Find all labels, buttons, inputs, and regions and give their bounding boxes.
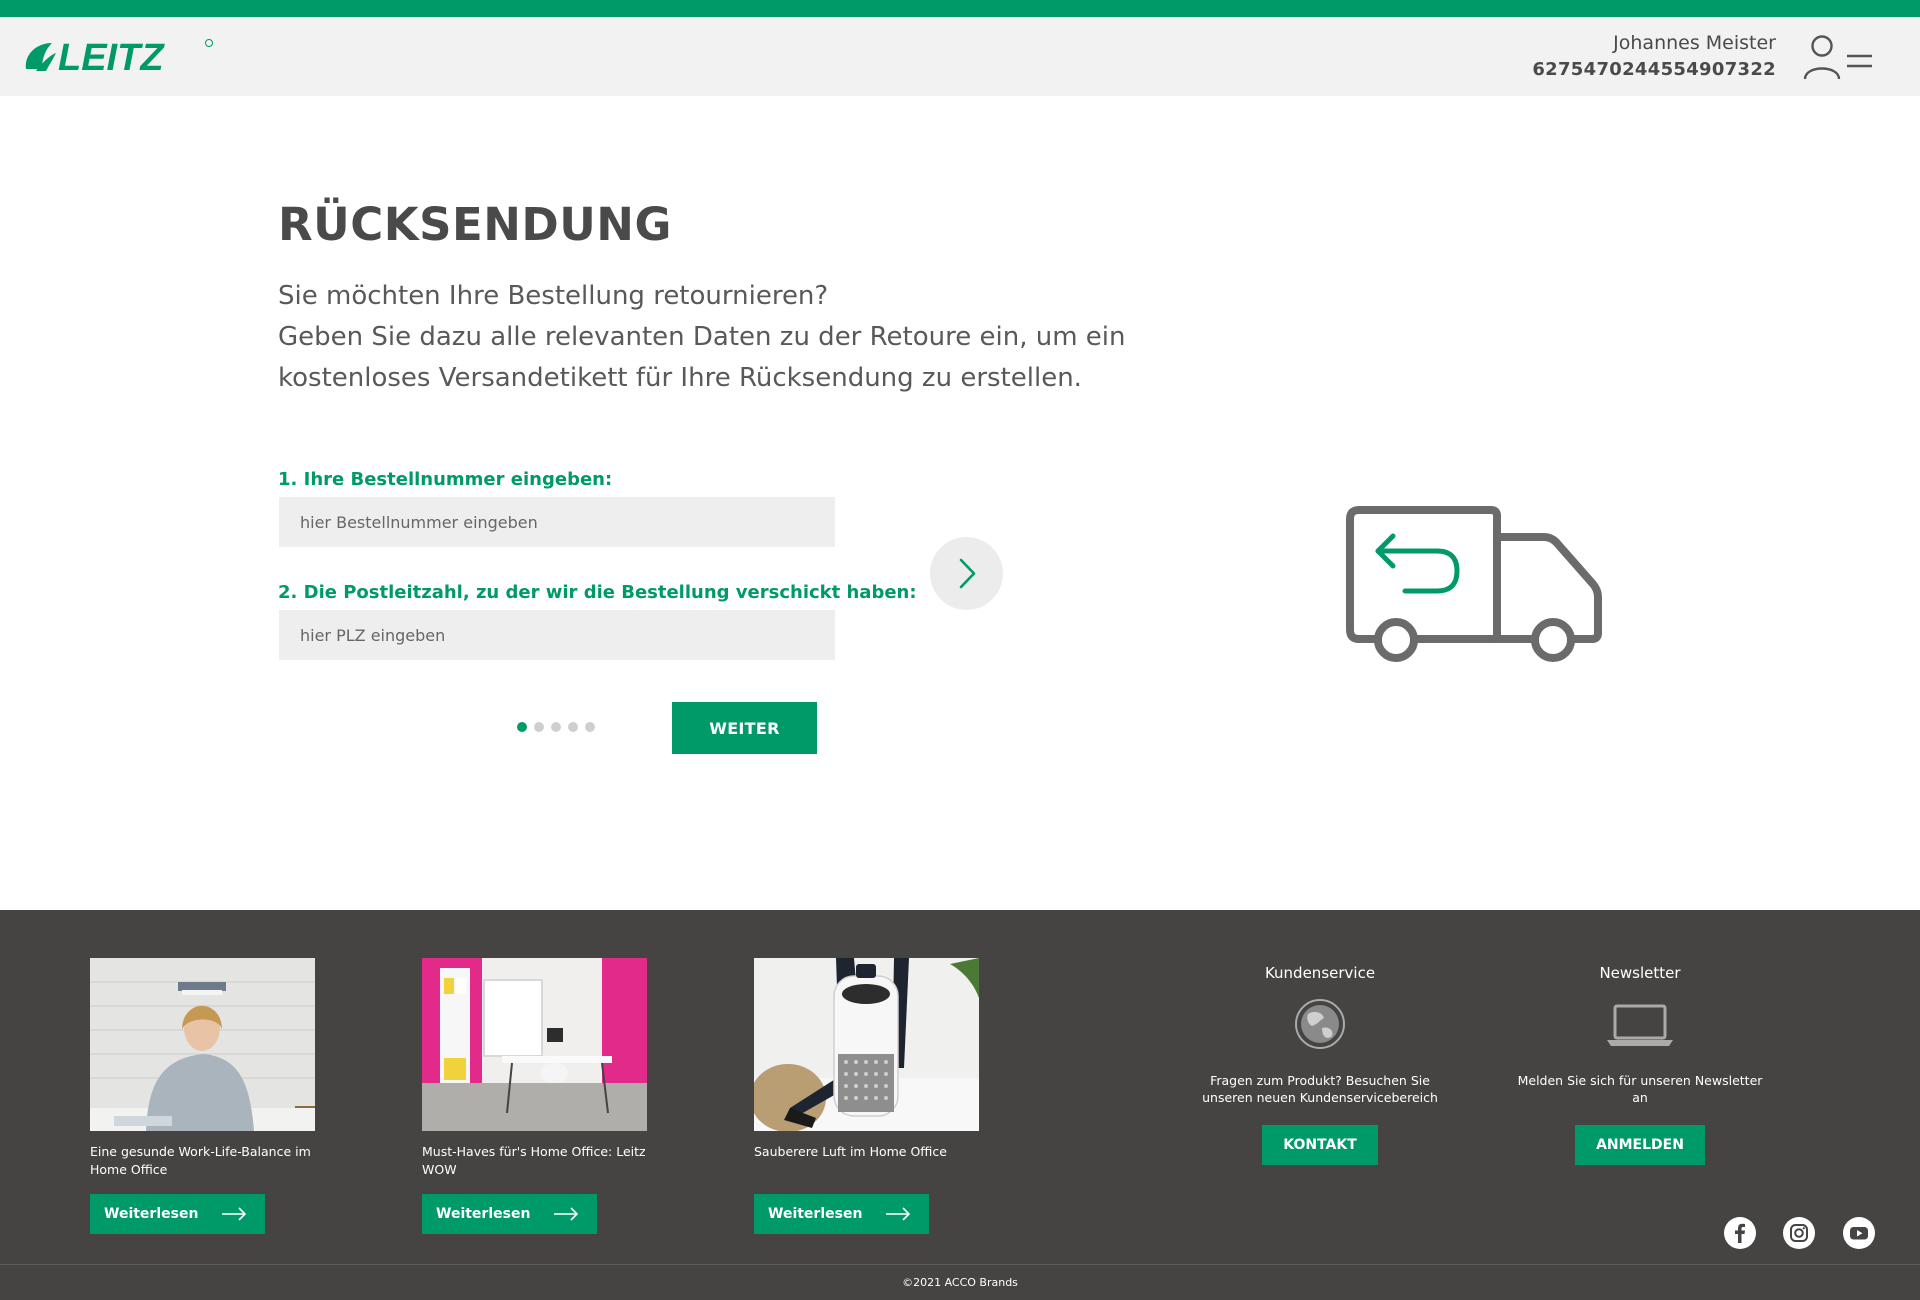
- customer-service-title: Kundenservice: [1264, 964, 1376, 982]
- read-more-label: Weiterlesen: [768, 1206, 863, 1222]
- read-more-label: Weiterlesen: [436, 1206, 531, 1222]
- copyright-text: ©2021 ACCO Brands: [902, 1276, 1018, 1289]
- page-title: RÜCKSENDUNG: [278, 198, 672, 251]
- intro-line: kostenloses Versandetikett für Ihre Rück…: [278, 363, 1082, 393]
- leitz-logo[interactable]: LEITZ: [22, 35, 222, 79]
- site-header: LEITZ Johannes Meister 62754702445549073…: [0, 17, 1920, 96]
- intro-line: Sie möchten Ihre Bestellung retournieren…: [278, 281, 829, 311]
- youtube-icon[interactable]: [1843, 1217, 1875, 1249]
- read-more-button[interactable]: Weiterlesen: [422, 1194, 597, 1234]
- article-card: Must-Haves für's Home Office: Leitz WOW …: [422, 958, 647, 1234]
- newsletter-title: Newsletter: [1599, 964, 1681, 982]
- step-dot: [551, 722, 561, 732]
- postal-code-input[interactable]: [279, 610, 835, 660]
- intro-text: Sie möchten Ihre Bestellung retournieren…: [278, 276, 1178, 399]
- return-truck-icon: [1346, 506, 1602, 662]
- chevron-right-icon: [959, 558, 976, 589]
- step-indicator: [517, 722, 595, 732]
- postal-code-label: 2. Die Postleitzahl, zu der wir die Best…: [278, 582, 917, 603]
- read-more-label: Weiterlesen: [104, 1206, 199, 1222]
- article-image-work-life-balance[interactable]: [90, 958, 315, 1131]
- weiter-button[interactable]: WEITER: [672, 702, 817, 754]
- step-dot: [517, 722, 527, 732]
- newsletter-block: Newsletter Melden Sie sich für unseren N…: [1510, 964, 1770, 1165]
- newsletter-text: Melden Sie sich für unseren Newsletter a…: [1517, 1073, 1763, 1105]
- arrow-right-icon: [554, 1207, 579, 1221]
- article-title: Sauberere Luft im Home Office: [754, 1144, 947, 1159]
- footer-divider: [0, 1264, 1920, 1265]
- user-customer-number: 6275470244554907322: [1532, 59, 1776, 80]
- next-arrow-button[interactable]: [930, 537, 1003, 610]
- article-image-clean-air[interactable]: [754, 958, 979, 1131]
- customer-service-block: Kundenservice Fragen zum Produkt? Besuch…: [1190, 964, 1450, 1165]
- user-name: Johannes Meister: [1613, 32, 1776, 54]
- arrow-right-icon: [222, 1207, 247, 1221]
- newsletter-signup-button[interactable]: ANMELDEN: [1575, 1125, 1705, 1165]
- order-number-input[interactable]: [279, 497, 835, 547]
- instagram-icon[interactable]: [1783, 1217, 1815, 1249]
- user-menu-icon[interactable]: [1802, 32, 1874, 84]
- intro-line: Geben Sie dazu alle relevanten Daten zu …: [278, 322, 1126, 352]
- article-title: Eine gesunde Work-Life-Balance im Home O…: [90, 1144, 311, 1177]
- article-title: Must-Haves für's Home Office: Leitz WOW: [422, 1144, 646, 1177]
- article-card: Eine gesunde Work-Life-Balance im Home O…: [90, 958, 315, 1234]
- step-dot: [534, 722, 544, 732]
- facebook-icon[interactable]: [1724, 1217, 1756, 1249]
- order-number-label: 1. Ihre Bestellnummer eingeben:: [278, 469, 613, 490]
- arrow-right-icon: [886, 1207, 911, 1221]
- step-dot: [568, 722, 578, 732]
- top-accent-bar: [0, 0, 1920, 17]
- site-footer: Eine gesunde Work-Life-Balance im Home O…: [0, 910, 1920, 1300]
- article-image-home-office-wow[interactable]: [422, 958, 647, 1131]
- article-card: Sauberere Luft im Home Office Weiterlese…: [754, 958, 979, 1234]
- brand-wordmark: LEITZ: [58, 37, 165, 79]
- customer-service-text: Fragen zum Produkt? Besuchen Sie unseren…: [1202, 1073, 1438, 1105]
- read-more-button[interactable]: Weiterlesen: [754, 1194, 929, 1234]
- contact-button[interactable]: KONTAKT: [1262, 1125, 1378, 1165]
- step-dot: [585, 722, 595, 732]
- read-more-button[interactable]: Weiterlesen: [90, 1194, 265, 1234]
- globe-icon: [1295, 999, 1345, 1049]
- laptop-icon: [1607, 1004, 1673, 1046]
